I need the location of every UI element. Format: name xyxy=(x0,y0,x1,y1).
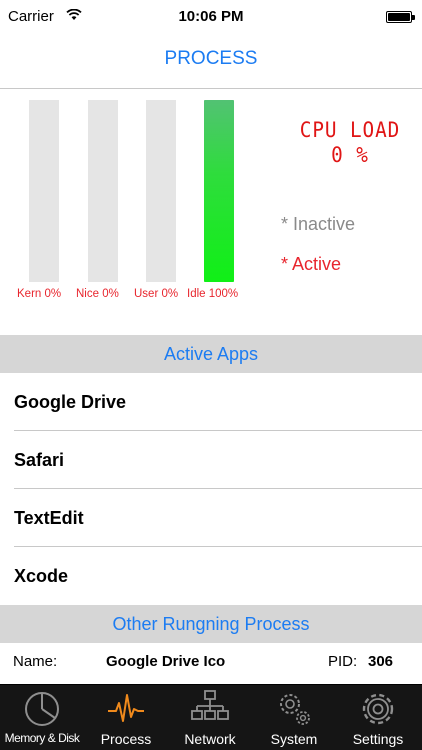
cpu-bar-label-nice: Nice 0% xyxy=(76,288,119,300)
page-title: PROCESS xyxy=(164,48,258,69)
process-pid-value: 306 xyxy=(368,653,394,670)
pulse-icon xyxy=(108,694,144,722)
status-time: 10:06 PM xyxy=(178,8,244,25)
network-icon xyxy=(191,690,229,720)
cpu-bar-idle xyxy=(204,100,234,282)
pie-chart-icon xyxy=(25,692,59,726)
cpu-load-readout: CPU LOAD 0 % xyxy=(287,118,412,168)
cpu-bar-label-user: User 0% xyxy=(134,288,179,300)
other-process-header: Other Rungning Process xyxy=(0,605,422,643)
status-bar: Carrier 10:06 PM xyxy=(0,0,422,34)
cpu-bar-fill xyxy=(204,100,234,282)
app-row-safari[interactable]: Safari xyxy=(0,431,422,489)
tab-label: Process xyxy=(100,731,152,747)
legend-inactive: * Inactive xyxy=(281,214,356,234)
app-row-textedit[interactable]: TextEdit xyxy=(0,489,422,547)
process-name-value: Google Drive Ico xyxy=(106,653,226,670)
legend-active: * Active xyxy=(281,254,342,274)
cpu-bar-user xyxy=(146,100,176,282)
active-apps-header: Active Apps xyxy=(0,335,422,373)
gears-icon xyxy=(280,694,310,725)
app-row-xcode[interactable]: Xcode xyxy=(0,547,422,605)
cpu-load-value: 0 % xyxy=(331,143,369,167)
app-row-label: Safari xyxy=(14,450,65,470)
process-name-label: Name: xyxy=(13,653,58,670)
tab-label: Memory & Disk xyxy=(4,731,80,745)
cpu-bar-nice xyxy=(88,100,118,282)
app-row-google-drive[interactable]: Google Drive xyxy=(0,373,422,431)
tab-memory-disk[interactable]: Memory & Disk xyxy=(0,685,84,750)
cpu-bar-label-kern: Kern 0% xyxy=(17,288,62,300)
tab-bar: Memory & Disk Process Network System Set… xyxy=(0,684,422,750)
tab-settings[interactable]: Settings xyxy=(336,685,420,750)
tab-network[interactable]: Network xyxy=(168,685,252,750)
app-row-label: TextEdit xyxy=(14,508,84,528)
tab-label: System xyxy=(270,731,318,747)
process-pid-label: PID: xyxy=(328,653,358,670)
cpu-bar-kern xyxy=(29,100,59,282)
tab-system[interactable]: System xyxy=(252,685,336,750)
cpu-bar-label-idle: Idle 100% xyxy=(187,288,239,300)
tab-label: Network xyxy=(184,731,236,747)
process-row[interactable]: Name: Google Drive Ico PID: 306 xyxy=(0,643,422,681)
app-row-label: Xcode xyxy=(14,566,69,586)
app-row-label: Google Drive xyxy=(14,392,127,412)
battery-icon xyxy=(386,11,415,23)
cpu-load-title: CPU LOAD xyxy=(299,118,401,142)
tab-process[interactable]: Process xyxy=(84,685,168,750)
tab-label: Settings xyxy=(352,731,404,747)
gear-icon xyxy=(362,693,394,725)
